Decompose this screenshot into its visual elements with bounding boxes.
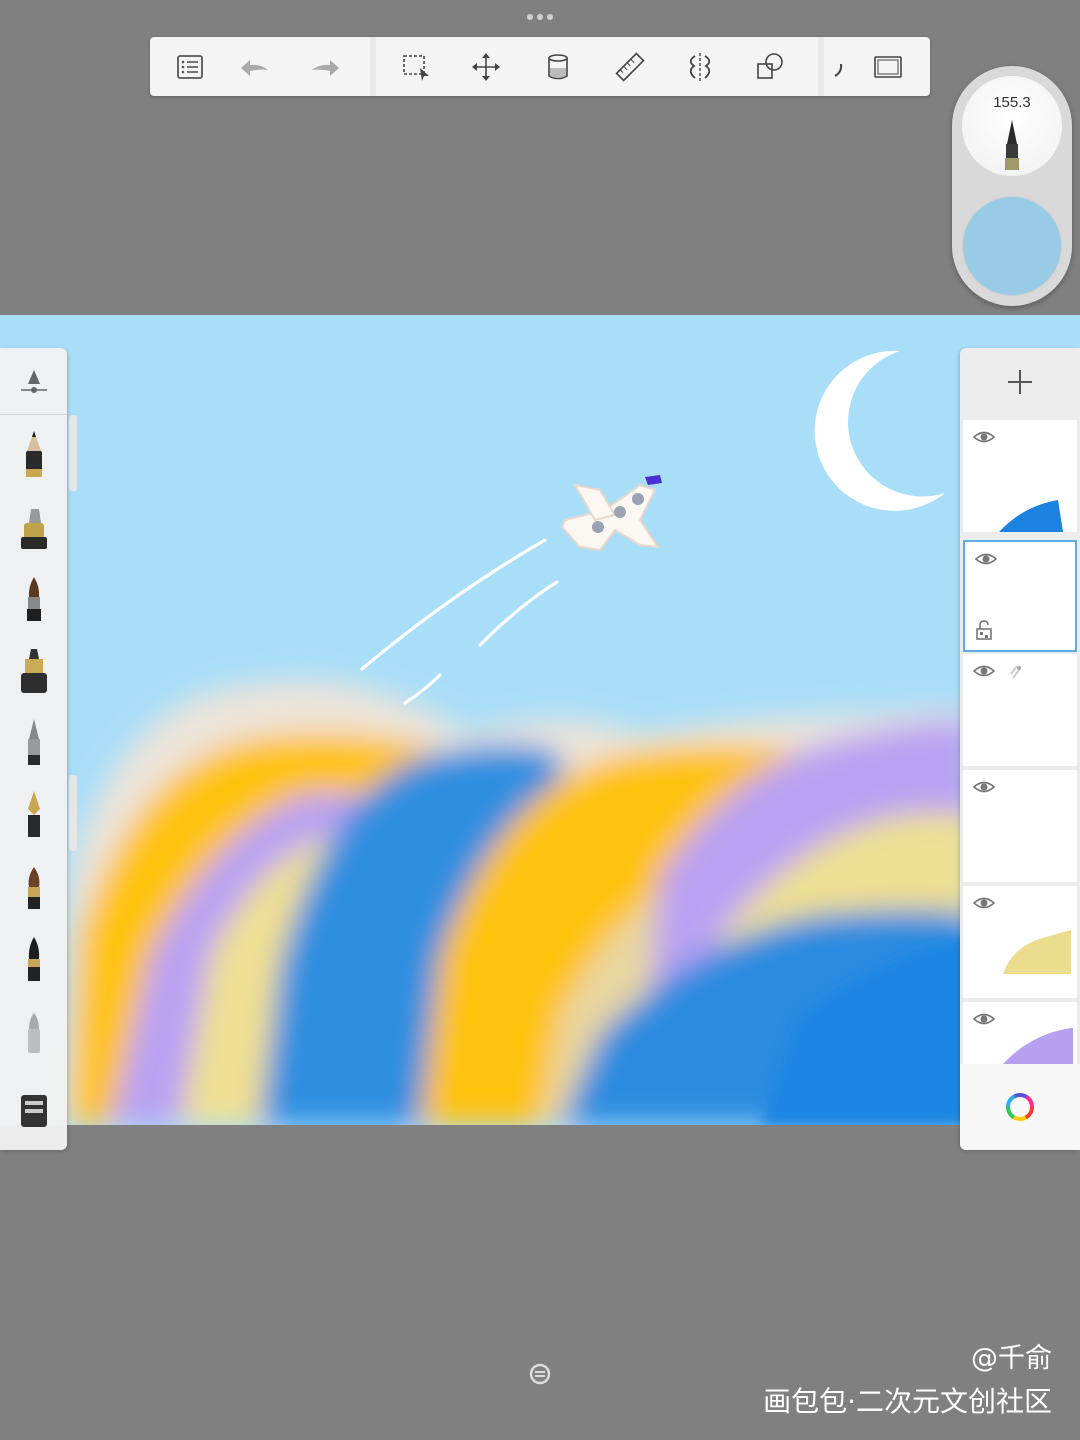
airbrush-icon[interactable] <box>10 642 58 700</box>
layer-preview <box>1003 1028 1073 1064</box>
paint-bucket-icon[interactable] <box>538 47 578 87</box>
rotate-icon[interactable] <box>528 1362 552 1386</box>
fullscreen-icon[interactable] <box>868 47 908 87</box>
toolbar-divider <box>370 37 376 96</box>
brush-palette-scroll-tab[interactable] <box>69 415 77 491</box>
color-wheel-button[interactable] <box>960 1064 1080 1150</box>
eye-icon[interactable] <box>973 778 995 796</box>
ruler-icon[interactable] <box>610 47 650 87</box>
eraser-icon[interactable] <box>10 1002 58 1060</box>
brush-puck: 155.3 <box>952 66 1072 306</box>
paintbrush-icon[interactable] <box>10 570 58 628</box>
eye-icon[interactable] <box>975 550 997 568</box>
layer-thumbnail-selected[interactable] <box>963 540 1077 652</box>
redo-icon[interactable] <box>306 47 346 87</box>
drawing-canvas[interactable] <box>0 315 1080 1125</box>
layer-preview <box>999 500 1063 532</box>
smudge-icon[interactable] <box>10 1076 58 1134</box>
brush-palette <box>0 348 67 1150</box>
layer-thumbnail[interactable] <box>963 654 1077 766</box>
layers-panel <box>960 348 1080 1150</box>
color-wheel-icon <box>1006 1093 1034 1121</box>
main-toolbar <box>150 37 930 96</box>
lock-icon[interactable] <box>975 620 993 640</box>
watermark-site: 画包包·二次元文创社区 <box>763 1385 1052 1418</box>
symmetry-icon[interactable] <box>680 47 720 87</box>
plus-icon <box>1008 370 1032 394</box>
list-icon[interactable] <box>170 47 210 87</box>
more-dots-icon[interactable] <box>525 11 555 23</box>
undo-icon[interactable] <box>234 47 274 87</box>
pencil-brush-icon[interactable] <box>10 426 58 484</box>
brush-properties-icon[interactable] <box>0 348 67 415</box>
shapes-icon[interactable] <box>750 47 790 87</box>
add-layer-button[interactable] <box>960 348 1080 416</box>
layer-thumbnail[interactable] <box>963 420 1077 532</box>
selection-icon[interactable] <box>396 47 436 87</box>
ink-brush-icon[interactable] <box>10 930 58 988</box>
layer-preview <box>1003 930 1071 974</box>
marker-brush-icon[interactable] <box>10 500 58 558</box>
current-color-puck[interactable] <box>962 196 1062 296</box>
brush-palette-scroll-tab[interactable] <box>69 775 77 851</box>
fountain-pen-icon[interactable] <box>10 786 58 844</box>
layer-preview <box>1010 665 1021 679</box>
round-brush-icon[interactable] <box>10 858 58 916</box>
brush-size-puck[interactable]: 155.3 <box>962 76 1062 176</box>
pencil-icon <box>1005 120 1019 170</box>
ballpoint-pen-icon[interactable] <box>10 714 58 772</box>
curve-icon[interactable] <box>812 47 852 87</box>
watermark-author: @千俞 <box>971 1343 1052 1374</box>
move-icon[interactable] <box>466 47 506 87</box>
layer-thumbnail[interactable] <box>963 770 1077 882</box>
layer-thumbnail[interactable] <box>963 1002 1077 1064</box>
layer-thumbnail[interactable] <box>963 886 1077 998</box>
brush-size-value: 155.3 <box>993 94 1031 111</box>
